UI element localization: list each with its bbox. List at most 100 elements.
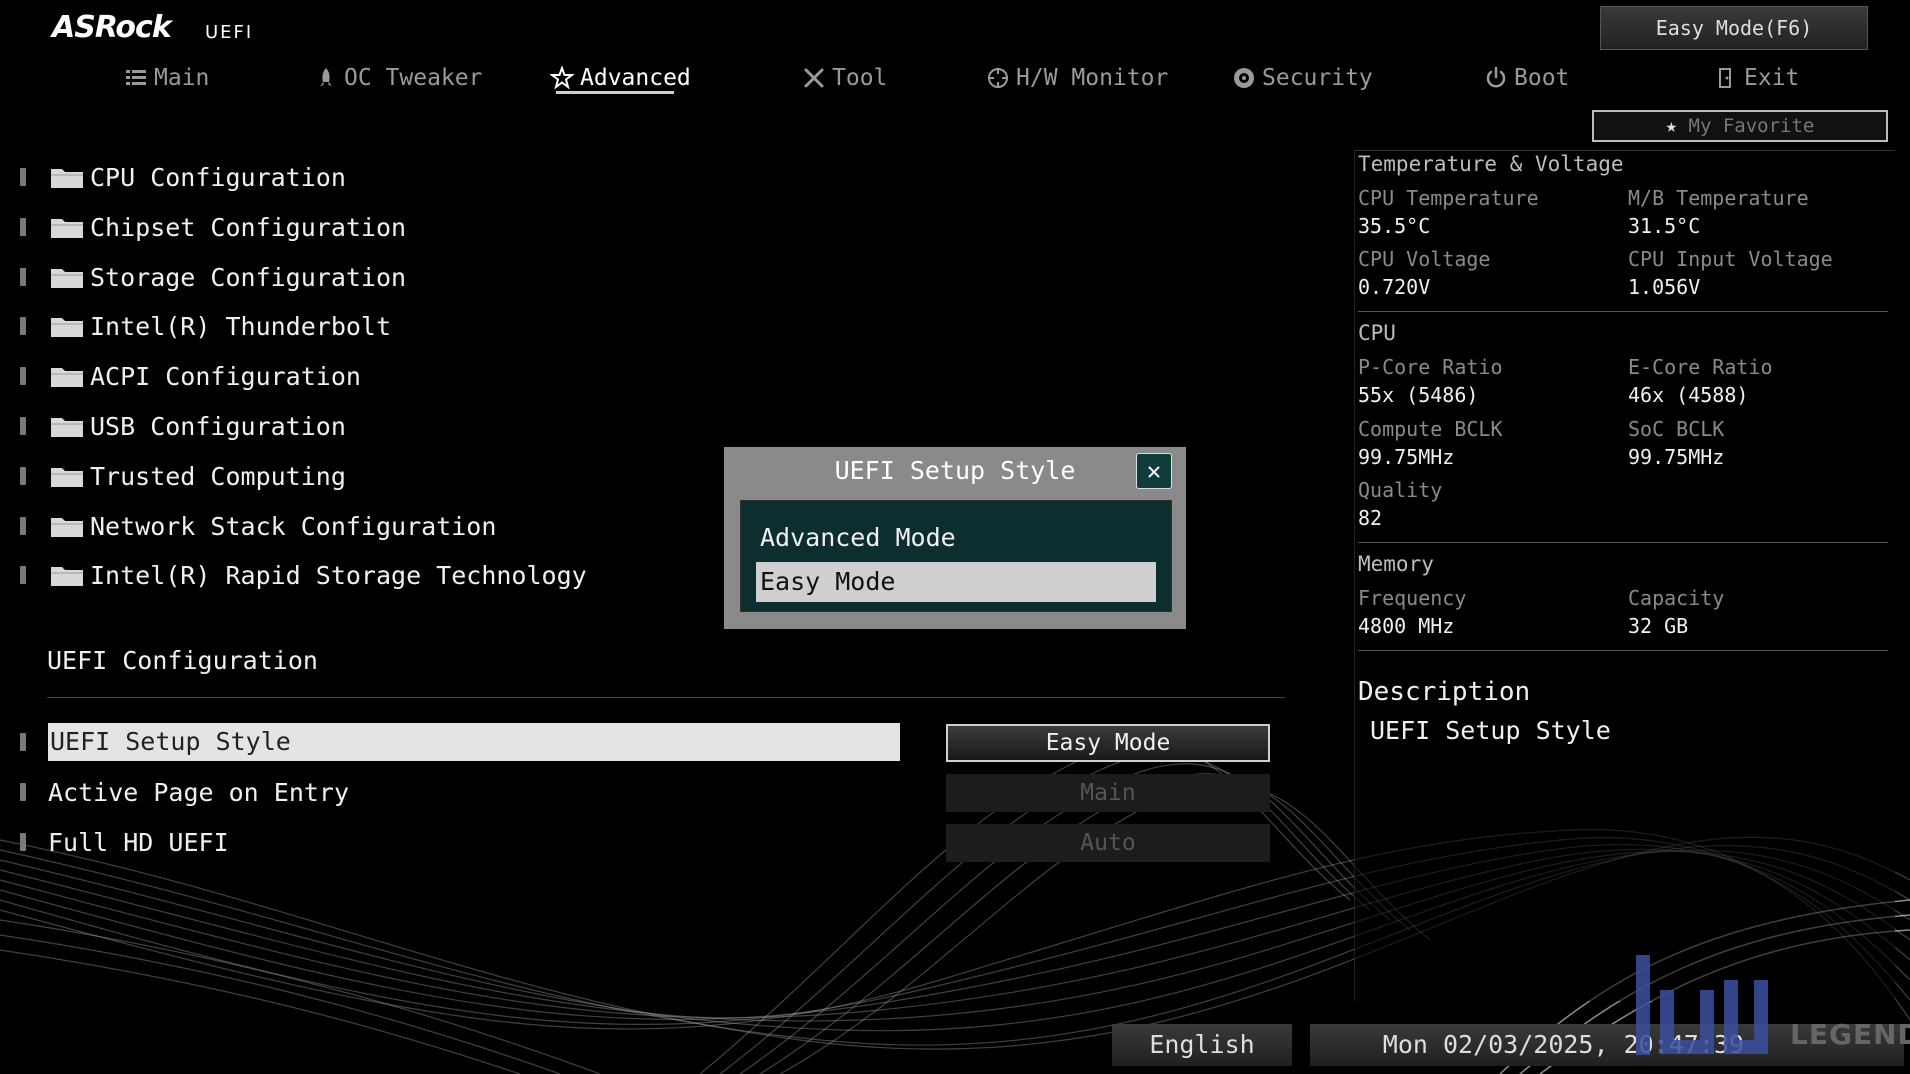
mb-temp-value: 31.5°C [1628,214,1701,238]
row-bullet [20,733,26,751]
uefi-configuration-title: UEFI Configuration [47,646,318,675]
tab-hw-monitor[interactable]: H/W Monitor [986,58,1168,98]
menu-item[interactable]: Intel(R) Thunderbolt [20,306,391,346]
temp-voltage-title: Temperature & Voltage [1358,152,1624,176]
list-icon [126,70,146,85]
menu-bullet [20,218,26,236]
menu-bullet [20,168,26,186]
menu-item-label: Trusted Computing [90,461,346,491]
language-button[interactable]: English [1112,1024,1292,1066]
menu-item[interactable]: Intel(R) Rapid Storage Technology [20,555,587,595]
mb-temp-label: M/B Temperature [1628,186,1809,210]
uefi-setup-style-value[interactable]: Easy Mode [946,724,1270,762]
cpu-input-voltage-value: 1.056V [1628,275,1701,299]
favorite-star-icon: ★ [1665,115,1678,137]
folder-icon [51,219,83,238]
menu-item[interactable]: USB Configuration [20,406,346,446]
menu-bullet [20,566,26,584]
rocket-icon [320,68,332,87]
compute-bclk-label: Compute BCLK [1358,417,1503,441]
panel-divider [1358,311,1888,312]
memory-frequency-label: Frequency [1358,586,1467,610]
menu-bullet [20,517,26,535]
tab-main[interactable]: Main [124,58,209,98]
star-icon [550,66,574,90]
full-hd-uefi-value[interactable]: Auto [946,824,1270,862]
compute-bclk-value: 99.75MHz [1358,445,1455,469]
tab-hw-monitor-label: H/W Monitor [1016,65,1169,91]
menu-item[interactable]: Network Stack Configuration [20,506,496,546]
soc-bclk-value: 99.75MHz [1628,445,1725,469]
menu-item[interactable]: ACPI Configuration [20,356,361,396]
option-easy-mode[interactable]: Easy Mode [756,562,1156,602]
row-full-hd-uefi[interactable]: Full HD UEFI [20,822,229,862]
cpu-temp-label: CPU Temperature [1358,186,1539,210]
tab-boot[interactable]: Boot [1484,58,1569,98]
tab-security[interactable]: Security [1232,58,1373,98]
tab-main-label: Main [154,65,210,91]
uefi-logo-text: UEFI [205,22,254,43]
tab-security-label: Security [1262,65,1373,91]
cpu-temp-value: 35.5°C [1358,214,1431,238]
memory-capacity-label: Capacity [1628,586,1725,610]
memory-section-title: Memory [1358,552,1434,576]
close-icon[interactable]: ✕ [1136,453,1172,489]
tab-tool[interactable]: Tool [802,58,887,98]
tab-tool-label: Tool [832,65,888,91]
folder-icon [51,418,83,437]
row-uefi-setup-style[interactable]: UEFI Setup Style [20,722,900,762]
menu-bullet [20,467,26,485]
tab-oc-tweaker[interactable]: OC Tweaker [314,58,482,98]
crosshair-icon [988,68,1008,88]
memory-frequency-value: 4800 MHz [1358,614,1455,638]
my-favorite-button[interactable]: ★ My Favorite [1592,110,1888,142]
tab-advanced-label: Advanced [580,65,691,91]
tab-oc-tweaker-label: OC Tweaker [344,65,483,91]
menu-item[interactable]: Storage Configuration [20,257,406,297]
tab-exit[interactable]: Exit [1714,58,1799,98]
row-active-page-on-entry[interactable]: Active Page on Entry [20,772,349,812]
menu-item-label: USB Configuration [90,411,346,441]
pcore-ratio-value: 55x (5486) [1358,383,1479,407]
menu-bullet [20,268,26,286]
ecore-ratio-label: E-Core Ratio [1628,355,1773,379]
folder-icon [51,368,83,387]
exit-icon [1719,68,1731,88]
menu-item-label: CPU Configuration [90,162,346,192]
asrock-logo: ASRock [52,10,172,45]
menu-item[interactable]: Trusted Computing [20,456,346,496]
folder-icon [51,518,83,537]
my-favorite-label: My Favorite [1688,115,1815,137]
menu-item-label: Network Stack Configuration [90,511,497,541]
menu-item[interactable]: CPU Configuration [20,157,346,197]
folder-icon [51,169,83,188]
menu-item[interactable]: Chipset Configuration [20,207,406,247]
quality-label: Quality [1358,478,1443,502]
folder-icon [51,269,83,288]
cpu-section-title: CPU [1358,321,1396,345]
legend-watermark-logo [1636,955,1768,1055]
easy-mode-button[interactable]: Easy Mode(F6) [1600,6,1868,50]
section-divider [47,697,1285,698]
active-page-value[interactable]: Main [946,774,1270,812]
option-advanced-mode[interactable]: Advanced Mode [756,518,1156,558]
soc-bclk-label: SoC BCLK [1628,417,1725,441]
row-bullet [20,833,26,851]
active-tab-underline [556,91,674,94]
menu-item-label: Chipset Configuration [90,212,407,242]
panel-divider [1358,650,1888,651]
folder-icon [51,567,83,586]
menu-item-label: Intel(R) Rapid Storage Technology [90,560,587,590]
pcore-ratio-label: P-Core Ratio [1358,355,1503,379]
quality-value: 82 [1358,506,1383,530]
menu-item-label: Intel(R) Thunderbolt [90,311,392,341]
row-bullet [20,783,26,801]
tab-boot-label: Boot [1514,65,1570,91]
cpu-voltage-label: CPU Voltage [1358,247,1491,271]
cpu-input-voltage-label: CPU Input Voltage [1628,247,1833,271]
memory-capacity-value: 32 GB [1628,614,1689,638]
row-label: Full HD UEFI [48,827,229,857]
cpu-voltage-value: 0.720V [1358,275,1431,299]
row-label: UEFI Setup Style [48,723,900,761]
row-label: Active Page on Entry [48,777,350,807]
